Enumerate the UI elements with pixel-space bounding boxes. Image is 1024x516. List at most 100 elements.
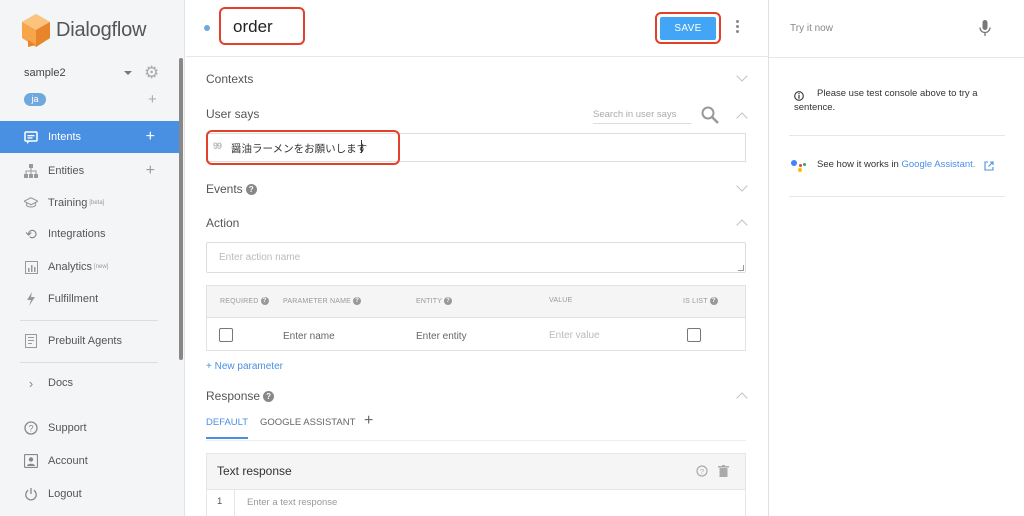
is-list-checkbox[interactable] — [687, 328, 701, 342]
user-says-search-input[interactable]: Search in user says — [593, 109, 691, 124]
add-entity-icon[interactable]: + — [146, 163, 155, 179]
dialogflow-logo-icon — [22, 14, 50, 47]
new-parameter-link[interactable]: + New parameter — [206, 361, 283, 372]
column-parameter-name: PARAMETER NAME? — [283, 297, 362, 305]
console-header-divider — [769, 57, 1024, 58]
events-label: Events — [206, 182, 243, 196]
sidebar-item-integrations[interactable]: ⟲ Integrations — [0, 218, 181, 250]
intent-name-input[interactable]: order — [233, 17, 273, 37]
action-heading[interactable]: Action — [206, 216, 239, 230]
sidebar-item-entities[interactable]: Entities + — [0, 155, 181, 187]
console-divider — [789, 135, 1005, 136]
sidebar-item-support[interactable]: ? Support — [0, 412, 181, 444]
sidebar-item-prebuilt-agents[interactable]: Prebuilt Agents — [0, 325, 181, 357]
column-entity: ENTITY? — [416, 297, 453, 305]
sidebar-item-logout[interactable]: Logout — [0, 478, 181, 510]
tab-google-assistant[interactable]: GOOGLE ASSISTANT — [260, 417, 355, 428]
bar-chart-icon — [24, 260, 38, 274]
external-link-icon[interactable] — [984, 158, 994, 171]
sidebar-item-intents[interactable]: Intents + — [0, 121, 181, 153]
value-input[interactable]: Enter value — [549, 330, 600, 341]
sidebar-item-analytics[interactable]: Analytics [new] — [0, 251, 181, 283]
user-says-phrase[interactable]: 醤油ラーメンをお願いします — [231, 141, 367, 156]
sidebar-item-label: Docs — [48, 377, 74, 389]
dialogflow-logo[interactable]: Dialogflow — [22, 14, 146, 47]
gear-icon[interactable]: ⚙ — [144, 64, 161, 81]
more-vert-icon[interactable] — [736, 20, 740, 36]
sidebar-item-account[interactable]: Account — [0, 445, 181, 477]
sidebar-item-label: Integrations — [48, 228, 106, 240]
add-intent-icon[interactable]: + — [146, 129, 155, 145]
help-icon[interactable]: ? — [696, 464, 708, 477]
quote-icon: 99 — [213, 141, 222, 151]
parameter-name-input[interactable]: Enter name — [283, 331, 335, 342]
help-icon[interactable]: ? — [444, 297, 453, 305]
action-chevron-up-icon[interactable] — [736, 219, 748, 231]
contexts-heading[interactable]: Contexts — [206, 72, 253, 86]
response-heading[interactable]: Response? — [206, 389, 275, 403]
assistant-promo-text: See how it works in — [817, 159, 902, 170]
trash-icon[interactable] — [718, 464, 729, 477]
text-cursor — [361, 140, 362, 153]
text-response-title: Text response — [217, 464, 292, 478]
help-icon[interactable]: ? — [353, 297, 362, 305]
action-name-placeholder: Enter action name — [219, 252, 301, 263]
chevron-right-icon: › — [28, 375, 34, 391]
language-badge[interactable]: ja — [24, 93, 46, 106]
help-icon[interactable]: ? — [709, 297, 718, 305]
help-icon[interactable]: ? — [263, 391, 275, 403]
resize-handle-icon[interactable] — [738, 265, 744, 271]
contexts-chevron-down-icon[interactable] — [736, 70, 748, 82]
column-is-list: IS LIST? — [683, 297, 718, 305]
user-says-chevron-up-icon[interactable] — [736, 112, 748, 124]
document-icon — [24, 334, 38, 348]
events-chevron-down-icon[interactable] — [736, 180, 748, 192]
sync-icon: ⟲ — [25, 225, 37, 242]
add-tab-icon[interactable]: + — [364, 412, 373, 430]
column-required: REQUIRED? — [220, 297, 269, 305]
beta-badge: [beta] — [89, 200, 105, 206]
intent-editor: order SAVE Contexts User says Search in … — [186, 0, 768, 516]
sidebar-divider — [20, 362, 158, 363]
action-name-input[interactable]: Enter action name — [206, 242, 746, 273]
required-checkbox[interactable] — [219, 328, 233, 342]
column-label: PARAMETER NAME — [283, 297, 352, 305]
help-icon[interactable]: ? — [245, 184, 257, 196]
search-icon[interactable] — [701, 106, 719, 124]
try-it-now-input[interactable]: Try it now — [790, 23, 833, 34]
app-name: Dialogflow — [56, 19, 147, 41]
sidebar-item-label: Support — [48, 422, 87, 434]
response-chevron-up-icon[interactable] — [736, 392, 748, 404]
sidebar-scrollbar[interactable] — [179, 58, 183, 360]
microphone-icon[interactable] — [979, 20, 991, 36]
add-language-icon[interactable]: + — [148, 92, 157, 107]
agent-name[interactable]: sample2 — [24, 67, 66, 79]
agent-dropdown-icon[interactable] — [124, 71, 132, 75]
entity-input[interactable]: Enter entity — [416, 331, 467, 342]
text-response-input[interactable]: Enter a text response — [247, 497, 337, 508]
sidebar-item-label: Prebuilt Agents — [48, 335, 122, 347]
status-dot — [204, 25, 210, 31]
tab-default[interactable]: DEFAULT — [206, 417, 249, 439]
tabs-underline — [206, 440, 746, 441]
sidebar-item-label: Fulfillment — [48, 293, 99, 305]
google-assistant-link[interactable]: Google Assistant. — [901, 159, 975, 170]
help-icon[interactable]: ? — [260, 297, 269, 305]
graduation-cap-icon — [24, 196, 38, 210]
sidebar-item-label: Intents — [48, 131, 82, 143]
column-label: ENTITY — [416, 297, 443, 305]
sidebar-divider — [20, 320, 158, 321]
row-number-divider — [234, 489, 235, 516]
sidebar-item-fulfillment[interactable]: Fulfillment — [0, 283, 181, 315]
console-info-text: Please use test console above to try a s… — [794, 88, 978, 113]
sidebar-item-docs[interactable]: › Docs — [0, 367, 181, 399]
events-heading[interactable]: Events? — [206, 182, 257, 196]
sidebar-item-training[interactable]: Training [beta] — [0, 187, 181, 219]
save-button[interactable]: SAVE — [660, 17, 716, 40]
hierarchy-icon — [24, 164, 38, 178]
user-says-heading[interactable]: User says — [206, 107, 259, 121]
account-icon — [24, 454, 38, 468]
test-console: Try it now Please use test console above… — [768, 0, 1024, 516]
response-label: Response — [206, 389, 261, 403]
sidebar-item-label: Entities — [48, 165, 85, 177]
